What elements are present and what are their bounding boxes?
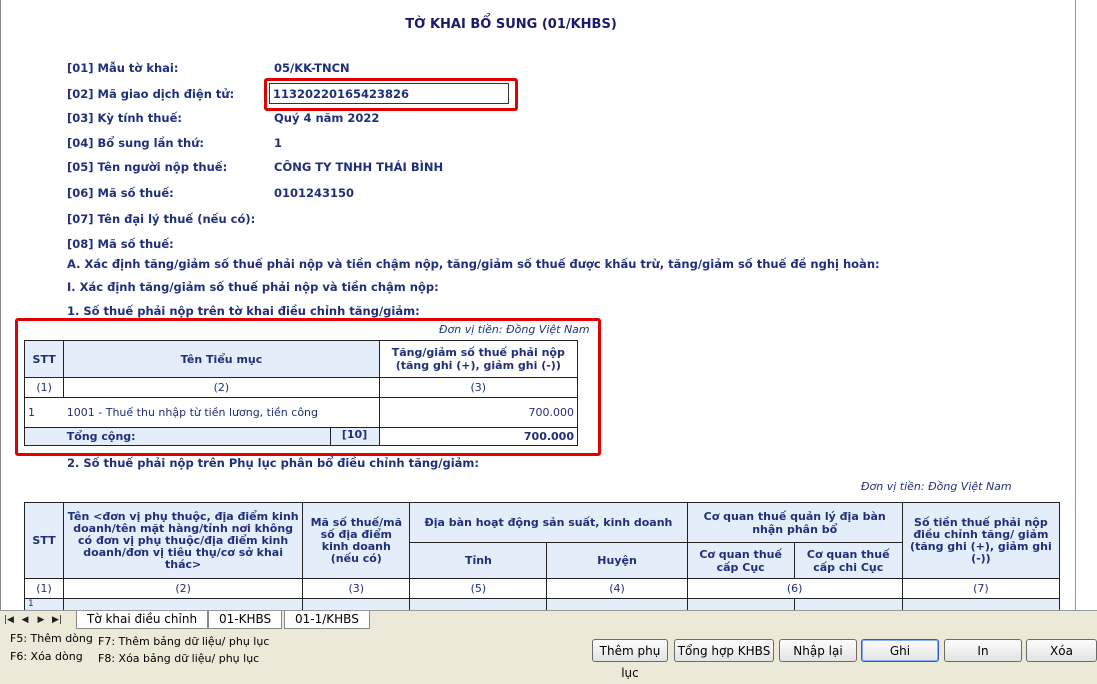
- t1-index-2: (2): [63, 377, 380, 398]
- t2-index-6: (6): [686, 578, 903, 599]
- t1-header-stt: STT: [23, 340, 65, 378]
- currency-unit-1: Đơn vị tiền: Đồng Việt Nam: [439, 323, 590, 336]
- field-value-04: 1: [274, 136, 283, 150]
- field-value-01: 05/KK-TNCN: [274, 61, 350, 75]
- t2-index-4: (4): [546, 578, 688, 599]
- t2-row-stt: 1: [23, 598, 65, 610]
- t1-header-name: Tên Tiểu mục: [63, 340, 380, 378]
- t2-index-5: (5): [409, 578, 548, 599]
- t2-index-3: (3): [302, 578, 411, 599]
- t2-row-amount-cell[interactable]: [901, 598, 1061, 610]
- field-label-05: [05] Tên người nộp thuế:: [67, 160, 228, 174]
- tab-adjustment[interactable]: Tờ khai điều chỉnh: [76, 611, 209, 629]
- print-button[interactable]: In: [944, 639, 1022, 662]
- next-sheet-icon[interactable]: ▶: [36, 614, 46, 626]
- t1-row-name[interactable]: 1001 - Thuế thu nhập từ tiền lương, tiền…: [63, 397, 380, 428]
- currency-unit-2: Đơn vị tiền: Đồng Việt Nam: [861, 480, 1012, 493]
- field-label-07: [07] Tên đại lý thuế (nếu có):: [67, 212, 256, 226]
- section-a-heading: A. Xác định tăng/giảm số thuế phải nộp v…: [67, 257, 880, 271]
- t1-header-amount: Tăng/giảm số thuế phải nộp (tăng ghi (+)…: [378, 340, 579, 378]
- t2-header-amount: Số tiền thuế phải nộp điều chỉnh tăng/ g…: [901, 502, 1061, 579]
- t1-total-code: [10]: [329, 428, 379, 445]
- t2-header-tax-code: Mã số thuế/mã số địa điểm kinh doanh (nế…: [302, 502, 411, 579]
- delete-button[interactable]: Xóa: [1026, 639, 1097, 662]
- t1-total-text: Tổng cộng:: [66, 430, 136, 443]
- form-title: TỜ KHAI BỔ SUNG (01/KHBS): [405, 17, 617, 32]
- sheet-tab-bar: |◀ ◀ ▶ ▶| Tờ khai điều chỉnh 01-KHBS 01-…: [0, 610, 1097, 631]
- tab-01-1-khbs[interactable]: 01-1/KHBS: [284, 611, 370, 629]
- field-label-03: [03] Kỳ tính thuế:: [67, 111, 183, 125]
- t2-header-district: Huyện: [546, 542, 688, 579]
- t1-total-spacer: [23, 427, 64, 446]
- t2-row-branch-cell[interactable]: [793, 598, 903, 610]
- t2-header-tax-office: Cơ quan thuế quản lý địa bàn nhận phân b…: [686, 502, 903, 543]
- prev-sheet-icon[interactable]: ◀: [20, 614, 30, 626]
- hint-f5: F5: Thêm dòng: [10, 632, 93, 645]
- field-value-03: Quý 4 năm 2022: [274, 111, 380, 125]
- t2-header-dept: Cơ quan thuế cấp Cục: [686, 542, 795, 579]
- last-sheet-icon[interactable]: ▶|: [52, 614, 62, 626]
- field-label-06: [06] Mã số thuế:: [67, 186, 174, 200]
- t2-header-stt: STT: [23, 502, 65, 579]
- t2-header-name: Tên <đơn vị phụ thuộc, địa điểm kinh doa…: [63, 502, 304, 579]
- t1-row-stt: 1: [23, 397, 64, 428]
- t1-total-label: Tổng cộng: [10]: [63, 427, 380, 446]
- field-label-02: [02] Mã giao dịch điện tử:: [67, 87, 235, 101]
- field-label-04: [04] Bổ sung lần thứ:: [67, 136, 205, 150]
- save-button[interactable]: Ghi: [861, 639, 939, 662]
- highlight-transaction-code: [264, 78, 518, 111]
- t1-index-3: (3): [378, 377, 579, 398]
- hint-f8: F8: Xóa bảng dữ liệu/ phụ lục: [98, 652, 260, 665]
- t1-index-1: (1): [23, 377, 65, 398]
- adjustment-table: STT Tên Tiểu mục Tăng/giảm số thuế phải …: [23, 340, 579, 446]
- add-appendix-button[interactable]: Thêm phụ lục: [592, 639, 668, 680]
- t2-header-branch: Cơ quan thuế cấp chi Cục: [793, 542, 903, 579]
- section-2-heading: 2. Số thuế phải nộp trên Phụ lục phân bổ…: [67, 456, 479, 470]
- t2-row-name-cell[interactable]: [63, 598, 304, 610]
- field-label-01: [01] Mẫu tờ khai:: [67, 61, 179, 75]
- form-sheet: TỜ KHAI BỔ SUNG (01/KHBS) [01] Mẫu tờ kh…: [0, 0, 1097, 610]
- t2-header-area: Địa bàn hoạt động sản suất, kinh doanh: [409, 502, 688, 543]
- t2-row-province-cell[interactable]: [409, 598, 548, 610]
- reset-button[interactable]: Nhập lại: [779, 639, 857, 662]
- t2-header-province: Tỉnh: [409, 542, 548, 579]
- summary-khbs-button[interactable]: Tổng hợp KHBS: [674, 639, 774, 662]
- section-1-heading: 1. Số thuế phải nộp trên tờ khai điều ch…: [67, 304, 420, 318]
- t2-index-1: (1): [23, 578, 65, 599]
- t1-total-amount: 700.000: [378, 427, 579, 446]
- appendix-table: STT Tên <đơn vị phụ thuộc, địa điểm kinh…: [23, 502, 1061, 610]
- field-label-08: [08] Mã số thuế:: [67, 237, 174, 251]
- t2-index-2: (2): [63, 578, 304, 599]
- tab-01-khbs[interactable]: 01-KHBS: [208, 611, 283, 629]
- t2-row-dept-cell[interactable]: [686, 598, 795, 610]
- section-i-heading: I. Xác định tăng/giảm số thuế phải nộp v…: [67, 280, 439, 294]
- t2-row-district-cell[interactable]: [546, 598, 688, 610]
- first-sheet-icon[interactable]: |◀: [4, 614, 14, 626]
- hint-f7: F7: Thêm bảng dữ liệu/ phụ lục: [98, 635, 270, 648]
- sheet-right-border: [1075, 0, 1076, 610]
- t1-row-amount[interactable]: 700.000: [378, 397, 579, 428]
- field-value-06: 0101243150: [274, 186, 355, 200]
- t2-row-tax-code-cell[interactable]: [302, 598, 411, 610]
- t2-index-7: (7): [901, 578, 1061, 599]
- hint-f6: F6: Xóa dòng: [10, 650, 83, 663]
- field-value-05: CÔNG TY TNHH THÁI BÌNH: [274, 160, 444, 174]
